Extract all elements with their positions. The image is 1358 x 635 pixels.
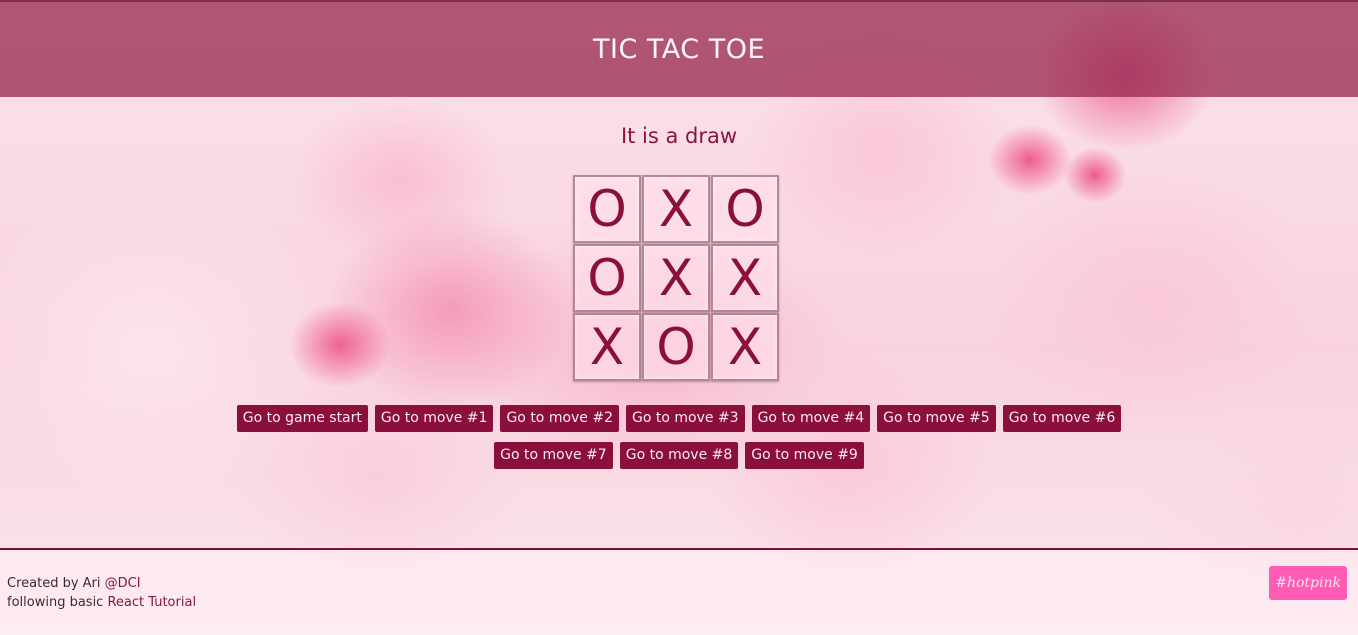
go-to-move-5-button[interactable]: Go to move #5 <box>877 405 996 432</box>
game-board: O X O O X X X O X <box>573 175 783 385</box>
board-square-7[interactable]: X <box>573 313 641 381</box>
created-by-text: Created by Ari <box>7 576 105 591</box>
go-to-move-9-button[interactable]: Go to move #9 <box>745 442 864 469</box>
board-square-9[interactable]: X <box>711 313 779 381</box>
theme-toggle-button[interactable]: #hotpink <box>1269 566 1347 600</box>
credits: Created by Ari @DCI following basic Reac… <box>7 574 196 612</box>
go-to-start-button[interactable]: Go to game start <box>236 405 368 432</box>
go-to-move-8-button[interactable]: Go to move #8 <box>619 442 739 469</box>
following-text: following basic <box>7 595 108 610</box>
go-to-move-6-button[interactable]: Go to move #6 <box>1002 405 1122 432</box>
go-to-move-7-button[interactable]: Go to move #7 <box>494 442 613 469</box>
app-header: TIC TAC TOE <box>0 0 1358 97</box>
board-square-2[interactable]: X <box>642 175 710 243</box>
board-square-4[interactable]: O <box>573 244 641 312</box>
credits-line-2: following basic React Tutorial <box>7 593 196 612</box>
react-tutorial-link[interactable]: React Tutorial <box>107 595 196 610</box>
credits-line-1: Created by Ari @DCI <box>7 574 196 593</box>
go-to-move-2-button[interactable]: Go to move #2 <box>500 405 620 432</box>
dci-link[interactable]: @DCI <box>105 576 141 591</box>
board-square-5[interactable]: X <box>642 244 710 312</box>
game-status: It is a draw <box>620 124 738 148</box>
board-square-8[interactable]: O <box>642 313 710 381</box>
board-square-1[interactable]: O <box>573 175 641 243</box>
go-to-move-3-button[interactable]: Go to move #3 <box>626 405 745 432</box>
move-history: Go to game start Go to move #1 Go to mov… <box>0 405 1358 469</box>
board-square-3[interactable]: O <box>711 175 779 243</box>
go-to-move-4-button[interactable]: Go to move #4 <box>751 405 871 432</box>
board-square-6[interactable]: X <box>711 244 779 312</box>
app-footer: Created by Ari @DCI following basic Reac… <box>0 548 1358 635</box>
go-to-move-1-button[interactable]: Go to move #1 <box>374 405 494 432</box>
page-title: TIC TAC TOE <box>592 34 766 65</box>
